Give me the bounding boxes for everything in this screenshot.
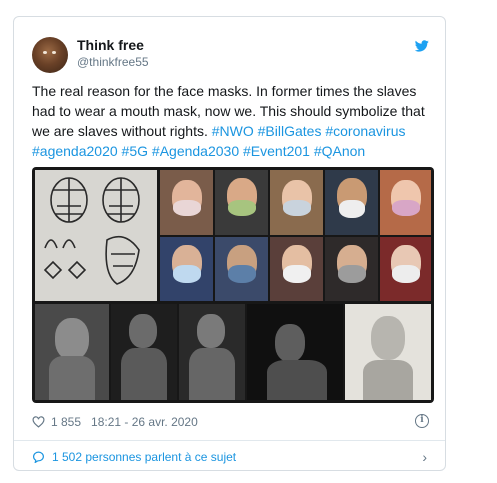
display-name[interactable]: Think free	[77, 37, 144, 53]
comment-bubble-icon	[33, 451, 44, 463]
twitter-bird-icon[interactable]	[415, 40, 429, 52]
tweet-card[interactable]: Think free @thinkfree55 The real reason …	[13, 16, 446, 471]
masked-person-photo	[215, 237, 268, 301]
masked-person-photo	[270, 237, 323, 301]
hashtag-link[interactable]: #coronavirus	[325, 123, 405, 139]
masked-person-photo	[380, 170, 431, 235]
historical-mask-sketch	[35, 170, 157, 301]
heart-icon[interactable]	[32, 416, 45, 428]
user-handle[interactable]: @thinkfree55	[77, 55, 149, 69]
masked-person-photo	[270, 170, 323, 235]
masked-person-photo	[160, 170, 213, 235]
masked-person-photo	[380, 237, 431, 301]
hashtag-link[interactable]: #NWO	[212, 123, 254, 139]
masked-person-photo	[325, 237, 378, 301]
tweet-image-collage[interactable]	[32, 167, 434, 403]
hashtag-link[interactable]: #5G	[122, 143, 148, 159]
masked-person-photo	[160, 237, 213, 301]
hashtag-link[interactable]: #Agenda2030	[152, 143, 239, 159]
conversation-link[interactable]: 1 502 personnes parlent à ce sujet	[32, 450, 236, 464]
historical-photo	[35, 304, 109, 400]
tweet-meta: 1 855 18:21 - 26 avr. 2020	[32, 415, 198, 429]
hashtag-link[interactable]: #BillGates	[258, 123, 322, 139]
info-icon[interactable]: i	[415, 414, 429, 428]
hashtag-link[interactable]: #QAnon	[314, 143, 365, 159]
tweet-timestamp[interactable]: 18:21 - 26 avr. 2020	[91, 415, 198, 429]
hashtag-link[interactable]: #Event201	[243, 143, 310, 159]
divider	[14, 440, 445, 441]
conversation-text: 1 502 personnes parlent à ce sujet	[52, 450, 237, 464]
historical-photo	[179, 304, 245, 400]
historical-engraving	[345, 304, 431, 400]
like-count[interactable]: 1 855	[51, 415, 81, 429]
chevron-right-icon[interactable]: ›	[422, 449, 427, 465]
historical-photo	[247, 304, 343, 400]
hashtag-link[interactable]: #agenda2020	[32, 143, 118, 159]
tweet-text: The real reason for the face masks. In f…	[32, 81, 432, 161]
avatar[interactable]	[32, 37, 68, 73]
historical-photo	[111, 304, 177, 400]
masked-person-photo	[215, 170, 268, 235]
masked-person-photo	[325, 170, 378, 235]
